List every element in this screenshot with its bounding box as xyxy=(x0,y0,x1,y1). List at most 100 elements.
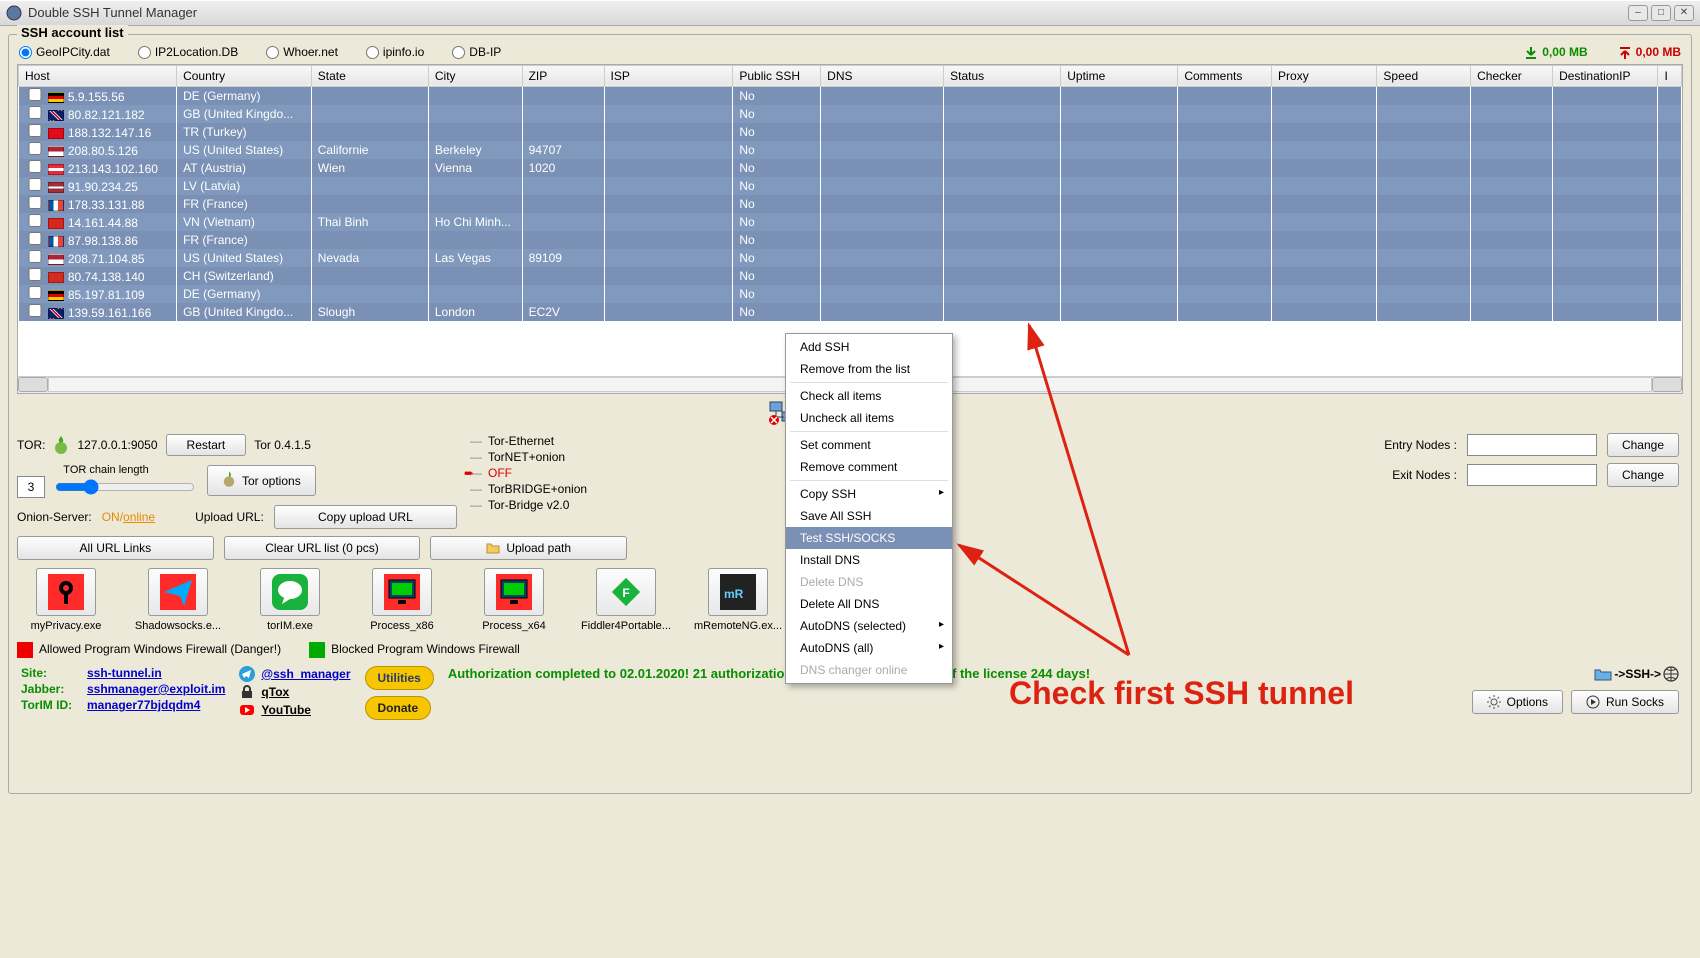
geo-source-whoer-net[interactable]: Whoer.net xyxy=(266,45,338,59)
context-menu[interactable]: Add SSHRemove from the list Check all ite… xyxy=(785,333,953,684)
torim-link[interactable]: manager77bjdqdm4 xyxy=(87,698,225,712)
tor-mode-torbridge-onion[interactable]: TorBRIDGE+onion xyxy=(488,481,646,497)
geo-source-db-ip[interactable]: DB-IP xyxy=(452,45,501,59)
column-city[interactable]: City xyxy=(428,65,522,86)
menu-item-remove-comment[interactable]: Remove comment xyxy=(786,456,952,478)
menu-item-autodns-selected-[interactable]: AutoDNS (selected) xyxy=(786,615,952,637)
tor-options-button[interactable]: Tor options xyxy=(207,465,316,496)
launcher-mremoteng-ex-[interactable]: mRmRemoteNG.ex... xyxy=(689,568,787,632)
menu-item-set-comment[interactable]: Set comment xyxy=(786,434,952,456)
table-row[interactable]: 208.80.5.126US (United States)Californie… xyxy=(19,141,1682,159)
tor-mode-off[interactable]: ➨OFF xyxy=(488,465,646,481)
column-state[interactable]: State xyxy=(311,65,428,86)
launcher-torim-exe[interactable]: torIM.exe xyxy=(241,568,339,632)
options-button[interactable]: Options xyxy=(1472,690,1563,714)
column-status[interactable]: Status xyxy=(944,65,1061,86)
column-checker[interactable]: Checker xyxy=(1471,65,1553,86)
geo-source-geoipcity-dat[interactable]: GeoIPCity.dat xyxy=(19,45,110,59)
column-speed[interactable]: Speed xyxy=(1377,65,1471,86)
column-destinationip[interactable]: DestinationIP xyxy=(1553,65,1658,86)
tor-mode-tornet-onion[interactable]: TorNET+onion xyxy=(488,449,646,465)
column-proxy[interactable]: Proxy xyxy=(1272,65,1377,86)
tor-mode-list[interactable]: Tor-EthernetTorNET+onion➨OFFTorBRIDGE+on… xyxy=(468,433,646,513)
menu-item-install-dns[interactable]: Install DNS xyxy=(786,549,952,571)
run-socks-button[interactable]: Run Socks xyxy=(1571,690,1679,714)
table-row[interactable]: 139.59.161.166GB (United Kingdo...Slough… xyxy=(19,303,1682,321)
upload-path-button[interactable]: Upload path xyxy=(430,536,627,560)
column-isp[interactable]: ISP xyxy=(604,65,733,86)
scroll-right-button[interactable] xyxy=(1652,377,1682,392)
entry-nodes-input[interactable] xyxy=(1467,434,1597,456)
menu-item-remove-from-the-list[interactable]: Remove from the list xyxy=(786,358,952,380)
table-row[interactable]: 178.33.131.88FR (France)No xyxy=(19,195,1682,213)
youtube-link[interactable]: YouTube xyxy=(261,703,311,717)
row-checkbox[interactable] xyxy=(25,286,45,299)
launcher-process-x64[interactable]: Process_x64 xyxy=(465,568,563,632)
row-checkbox[interactable] xyxy=(25,160,45,173)
scroll-left-button[interactable] xyxy=(18,377,48,392)
row-checkbox[interactable] xyxy=(25,232,45,245)
jabber-link[interactable]: sshmanager@exploit.im xyxy=(87,682,225,696)
column-country[interactable]: Country xyxy=(177,65,312,86)
column-i[interactable]: I xyxy=(1658,65,1682,86)
table-header[interactable]: HostCountryStateCityZIPISPPublic SSHDNSS… xyxy=(19,65,1682,86)
exit-nodes-change-button[interactable]: Change xyxy=(1607,463,1679,487)
row-checkbox[interactable] xyxy=(25,196,45,209)
column-public-ssh[interactable]: Public SSH xyxy=(733,65,821,86)
telegram-link[interactable]: @ssh_manager xyxy=(261,667,350,681)
tor-chain-slider[interactable] xyxy=(55,479,195,495)
column-host[interactable]: Host xyxy=(19,65,177,86)
menu-item-uncheck-all-items[interactable]: Uncheck all items xyxy=(786,407,952,429)
table-row[interactable]: 87.98.138.86FR (France)No xyxy=(19,231,1682,249)
menu-item-delete-all-dns[interactable]: Delete All DNS xyxy=(786,593,952,615)
all-url-links-button[interactable]: All URL Links xyxy=(17,536,214,560)
row-checkbox[interactable] xyxy=(25,88,45,101)
table-row[interactable]: 91.90.234.25LV (Latvia)No xyxy=(19,177,1682,195)
exit-nodes-input[interactable] xyxy=(1467,464,1597,486)
entry-nodes-change-button[interactable]: Change xyxy=(1607,433,1679,457)
menu-item-test-ssh-socks[interactable]: Test SSH/SOCKS xyxy=(786,527,952,549)
table-row[interactable]: 208.71.104.85US (United States)NevadaLas… xyxy=(19,249,1682,267)
row-checkbox[interactable] xyxy=(25,304,45,317)
row-checkbox[interactable] xyxy=(25,214,45,227)
table-row[interactable]: 5.9.155.56DE (Germany)No xyxy=(19,86,1682,105)
close-button[interactable]: ✕ xyxy=(1674,5,1694,21)
row-checkbox[interactable] xyxy=(25,268,45,281)
tor-mode-tor-ethernet[interactable]: Tor-Ethernet xyxy=(488,433,646,449)
clear-url-list-button[interactable]: Clear URL list (0 pcs) xyxy=(224,536,421,560)
tor-restart-button[interactable]: Restart xyxy=(166,434,247,456)
geo-source-ipinfo-io[interactable]: ipinfo.io xyxy=(366,45,424,59)
column-comments[interactable]: Comments xyxy=(1178,65,1272,86)
menu-item-save-all-ssh[interactable]: Save All SSH xyxy=(786,505,952,527)
tor-chain-value[interactable]: 3 xyxy=(17,476,45,498)
menu-item-copy-ssh[interactable]: Copy SSH xyxy=(786,483,952,505)
menu-item-autodns-all-[interactable]: AutoDNS (all) xyxy=(786,637,952,659)
geo-source-ip2location-db[interactable]: IP2Location.DB xyxy=(138,45,238,59)
row-checkbox[interactable] xyxy=(25,142,45,155)
column-zip[interactable]: ZIP xyxy=(522,65,604,86)
table-row[interactable]: 188.132.147.16TR (Turkey)No xyxy=(19,123,1682,141)
tor-mode-tor-bridge-v2-0[interactable]: Tor-Bridge v2.0 xyxy=(488,497,646,513)
row-checkbox[interactable] xyxy=(25,124,45,137)
column-dns[interactable]: DNS xyxy=(821,65,944,86)
launcher-myprivacy-exe[interactable]: myPrivacy.exe xyxy=(17,568,115,632)
minimize-button[interactable]: – xyxy=(1628,5,1648,21)
donate-button[interactable]: Donate xyxy=(365,696,432,720)
qtox-link[interactable]: qTox xyxy=(261,685,289,699)
row-checkbox[interactable] xyxy=(25,178,45,191)
table-row[interactable]: 14.161.44.88VN (Vietnam)Thai BinhHo Chi … xyxy=(19,213,1682,231)
menu-item-add-ssh[interactable]: Add SSH xyxy=(786,336,952,358)
table-row[interactable]: 80.82.121.182GB (United Kingdo...No xyxy=(19,105,1682,123)
site-link[interactable]: ssh-tunnel.in xyxy=(87,666,225,680)
menu-item-check-all-items[interactable]: Check all items xyxy=(786,385,952,407)
table-row[interactable]: 85.197.81.109DE (Germany)No xyxy=(19,285,1682,303)
maximize-button[interactable]: □ xyxy=(1651,5,1671,21)
utilities-button[interactable]: Utilities xyxy=(365,666,434,690)
column-uptime[interactable]: Uptime xyxy=(1061,65,1178,86)
table-row[interactable]: 80.74.138.140CH (Switzerland)No xyxy=(19,267,1682,285)
row-checkbox[interactable] xyxy=(25,250,45,263)
table-row[interactable]: 213.143.102.160AT (Austria)WienVienna102… xyxy=(19,159,1682,177)
launcher-fiddler4portable-[interactable]: FFiddler4Portable... xyxy=(577,568,675,632)
launcher-shadowsocks-e-[interactable]: Shadowsocks.e... xyxy=(129,568,227,632)
copy-upload-url-button[interactable]: Copy upload URL xyxy=(274,505,457,529)
